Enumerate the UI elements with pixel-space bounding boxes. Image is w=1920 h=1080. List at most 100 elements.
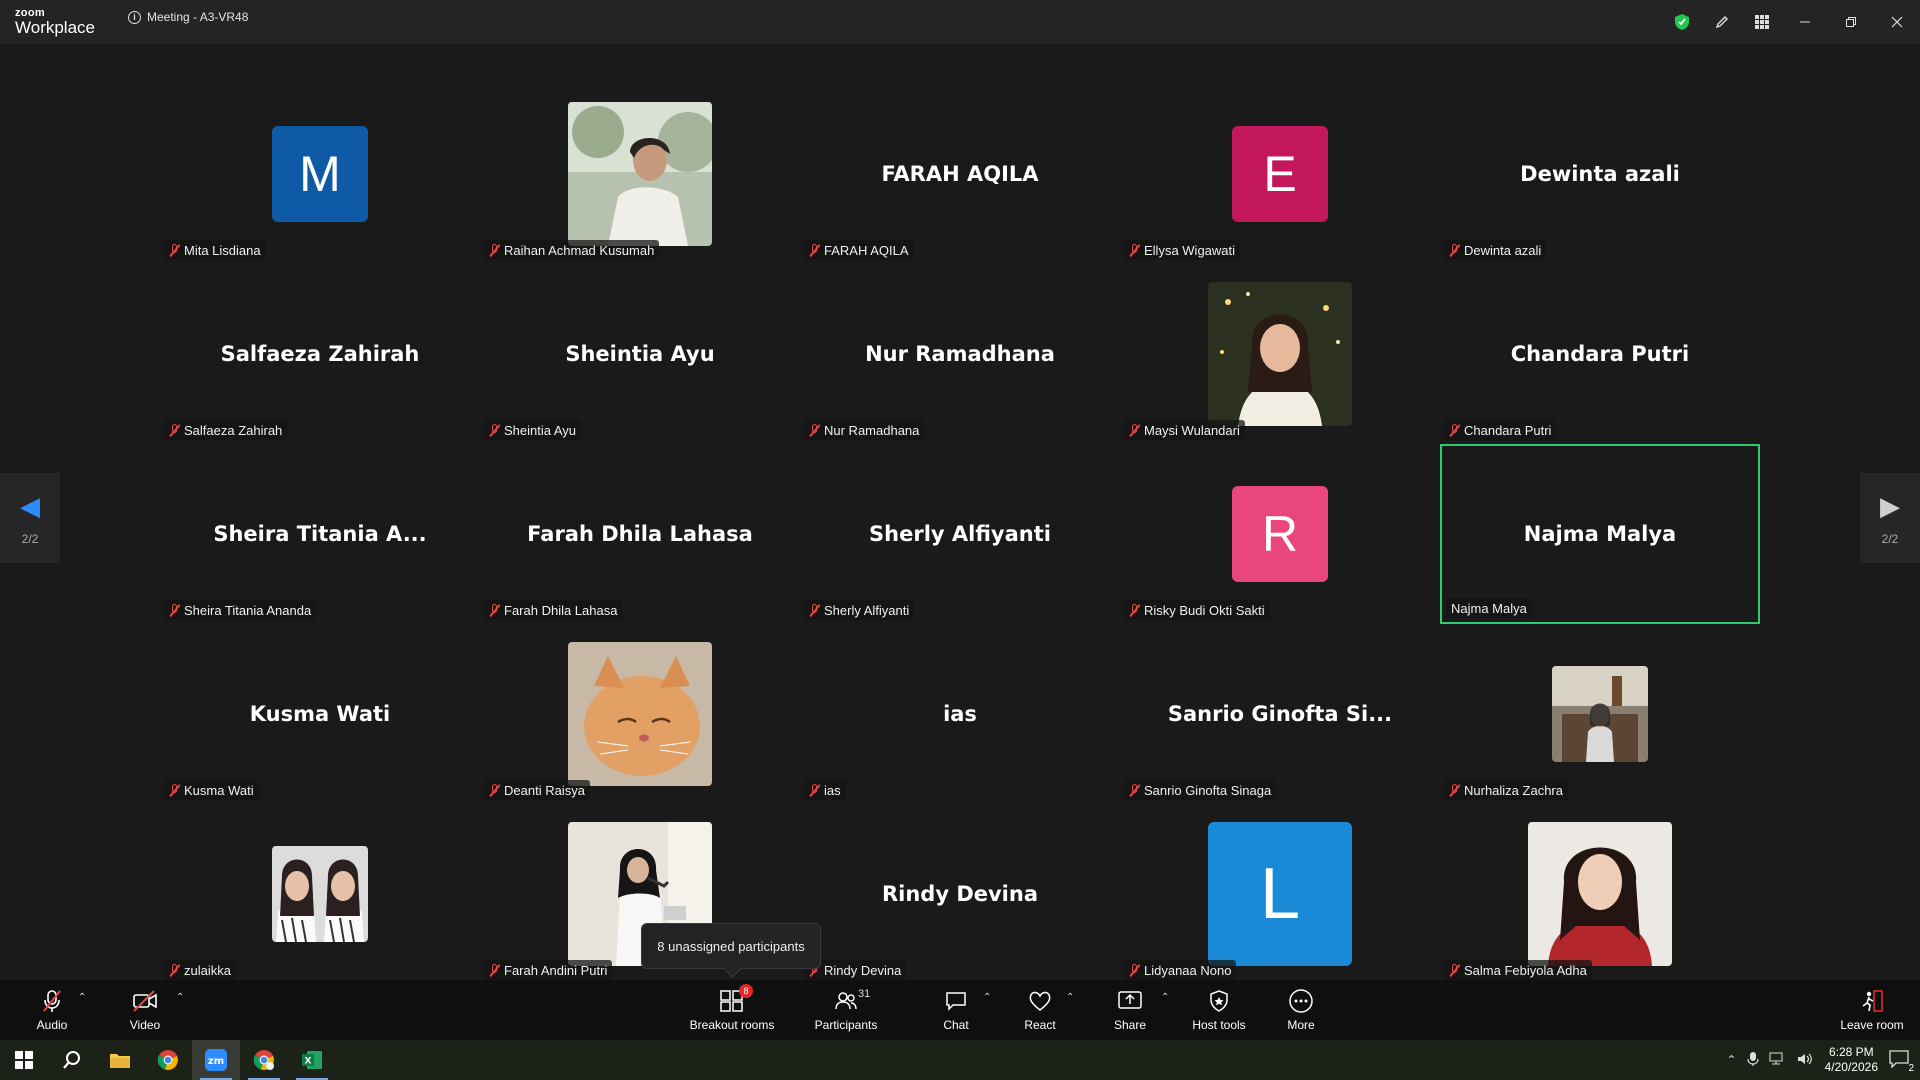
mic-muted-icon — [809, 423, 821, 437]
participant-tile[interactable]: zulaikka — [160, 804, 480, 984]
video-button[interactable]: Video — [125, 980, 165, 1040]
participant-tile[interactable]: Sheira Titania A... Sheira Titania Ananda — [160, 444, 480, 624]
react-options-caret[interactable]: ⌃ — [1066, 992, 1074, 1003]
participant-name: Nurhaliza Zachra — [1464, 782, 1563, 798]
participant-tile[interactable]: Nur Ramadhana Nur Ramadhana — [800, 264, 1120, 444]
participant-name-tag: Raihan Achmad Kusumah — [484, 240, 660, 260]
host-tools-button[interactable]: Host tools — [1188, 980, 1250, 1040]
participant-name-tag: Risky Budi Okti Sakti — [1124, 600, 1270, 620]
more-button[interactable]: More — [1281, 980, 1321, 1040]
microphone-icon[interactable] — [1747, 1051, 1759, 1070]
participant-name: Ellysa Wigawati — [1144, 242, 1236, 258]
participant-tile[interactable]: Chandara Putri Chandara Putri — [1440, 264, 1760, 444]
info-icon[interactable]: i — [128, 10, 141, 24]
search-icon[interactable] — [48, 1040, 96, 1080]
participant-name-tag: Kusma Wati — [164, 780, 259, 800]
chrome-profile-icon[interactable] — [240, 1040, 288, 1080]
svg-text:zm: zm — [208, 1056, 224, 1067]
participant-name: Sherly Alfiyanti — [824, 602, 910, 618]
mic-muted-icon — [1129, 423, 1141, 437]
participant-tile[interactable]: Rindy Devina Rindy Devina — [800, 804, 1120, 984]
apps-grid-icon[interactable] — [1742, 0, 1782, 44]
participant-tile[interactable]: Deanti Raisya — [480, 624, 800, 804]
mic-muted-icon — [1449, 243, 1461, 257]
participant-tile[interactable]: Salma Febiyola Adha — [1440, 804, 1760, 984]
minimize-button[interactable] — [1782, 0, 1828, 44]
participant-name-tag: Farah Dhila Lahasa — [484, 600, 623, 620]
participant-tile[interactable]: FARAH AQILA FARAH AQILA — [800, 84, 1120, 264]
participants-icon: 31 — [834, 988, 870, 1014]
participant-display-name: Sheira Titania A... — [213, 522, 427, 546]
breakout-rooms-button[interactable]: 8 Breakout rooms — [682, 980, 782, 1040]
share-button[interactable]: Share — [1110, 980, 1150, 1040]
avatar-initial: L — [1208, 822, 1352, 966]
avatar — [272, 846, 368, 942]
participant-tile[interactable]: Dewinta azali Dewinta azali — [1440, 84, 1760, 264]
network-icon[interactable] — [1769, 1052, 1787, 1069]
chat-options-caret[interactable]: ⌃ — [983, 992, 991, 1003]
video-options-caret[interactable]: ⌃ — [176, 992, 184, 1003]
audio-button[interactable]: Audio — [32, 980, 72, 1040]
participant-name-tag: Maysi Wulandari — [1124, 420, 1245, 440]
meeting-info[interactable]: i Meeting - A3-VR48 — [128, 10, 248, 24]
participant-tile[interactable]: ias ias — [800, 624, 1120, 804]
mic-muted-icon — [169, 783, 181, 797]
close-button[interactable] — [1874, 0, 1920, 44]
participant-name-tag: Najma Malya — [1446, 598, 1532, 618]
participant-name: Risky Budi Okti Sakti — [1144, 602, 1265, 618]
participant-name-tag: Deanti Raisya — [484, 780, 590, 800]
participant-tile[interactable]: Sheintia Ayu Sheintia Ayu — [480, 264, 800, 444]
clock-time: 6:28 PM — [1828, 1045, 1874, 1059]
participant-tile[interactable]: Najma Malya Najma Malya — [1440, 444, 1760, 624]
volume-icon[interactable] — [1797, 1052, 1815, 1069]
chevron-right-icon: ▶ — [1880, 490, 1900, 521]
chrome-icon[interactable] — [144, 1040, 192, 1080]
next-page-button[interactable]: ▶ 2/2 — [1860, 473, 1920, 563]
shield-icon[interactable] — [1662, 0, 1702, 44]
pencil-icon[interactable] — [1702, 0, 1742, 44]
leave-room-button[interactable]: Leave room — [1836, 980, 1908, 1040]
react-button[interactable]: React — [1020, 980, 1060, 1040]
host-tools-label: Host tools — [1192, 1018, 1246, 1032]
chevron-up-icon[interactable]: ⌃ — [1727, 1053, 1737, 1067]
restore-button[interactable] — [1828, 0, 1874, 44]
participant-name-tag: Salma Febiyola Adha — [1444, 960, 1592, 980]
share-options-caret[interactable]: ⌃ — [1161, 992, 1169, 1003]
participant-tile[interactable]: Farah Dhila Lahasa Farah Dhila Lahasa — [480, 444, 800, 624]
video-label: Video — [129, 1018, 161, 1032]
chat-button[interactable]: Chat — [936, 980, 976, 1040]
file-explorer-icon[interactable] — [96, 1040, 144, 1080]
participant-tile[interactable]: Nurhaliza Zachra — [1440, 624, 1760, 804]
participant-tile[interactable]: Salfaeza Zahirah Salfaeza Zahirah — [160, 264, 480, 444]
chevron-left-icon: ◀ — [20, 490, 40, 521]
participant-tile[interactable]: Sanrio Ginofta Si... Sanrio Ginofta Sinag… — [1120, 624, 1440, 804]
zoom-taskbar-icon[interactable]: zm — [192, 1040, 240, 1080]
windows-start-button[interactable] — [0, 1040, 48, 1080]
participant-name-tag: Lidyanaa Nono — [1124, 960, 1237, 980]
participant-tile[interactable]: Maysi Wulandari — [1120, 264, 1440, 444]
participant-tile[interactable]: R Risky Budi Okti Sakti — [1120, 444, 1440, 624]
participant-tile[interactable]: L Lidyanaa Nono — [1120, 804, 1440, 984]
notifications-icon[interactable]: 2 — [1888, 1049, 1914, 1074]
mic-muted-icon — [489, 423, 501, 437]
notifications-count: 2 — [1908, 1062, 1914, 1074]
participant-tile[interactable]: Kusma Wati Kusma Wati — [160, 624, 480, 804]
participant-tile[interactable]: M Mita Lisdiana — [160, 84, 480, 264]
breakout-badge: 8 — [739, 984, 753, 998]
participant-name-tag: Sheira Titania Ananda — [164, 600, 317, 620]
participant-tile[interactable]: Sherly Alfiyanti Sherly Alfiyanti — [800, 444, 1120, 624]
participant-name: Sheira Titania Ananda — [184, 602, 312, 618]
system-clock[interactable]: 6:28 PM 4/20/2026 — [1825, 1045, 1878, 1075]
mic-muted-icon — [1129, 603, 1141, 617]
participants-button[interactable]: 31 Participants — [810, 980, 882, 1040]
participant-name-tag: Sanrio Ginofta Sinaga — [1124, 780, 1277, 800]
audio-options-caret[interactable]: ⌃ — [78, 992, 86, 1003]
participant-name: Lidyanaa Nono — [1144, 962, 1232, 978]
participant-name: Salma Febiyola Adha — [1464, 962, 1587, 978]
previous-page-button[interactable]: ◀ 2/2 — [0, 473, 60, 563]
participant-tile[interactable]: Raihan Achmad Kusumah — [480, 84, 800, 264]
excel-icon[interactable]: X — [288, 1040, 336, 1080]
participant-name: Rindy Devina — [824, 962, 902, 978]
participant-tile[interactable]: E Ellysa Wigawati — [1120, 84, 1440, 264]
meeting-title: Meeting - A3-VR48 — [147, 10, 249, 24]
